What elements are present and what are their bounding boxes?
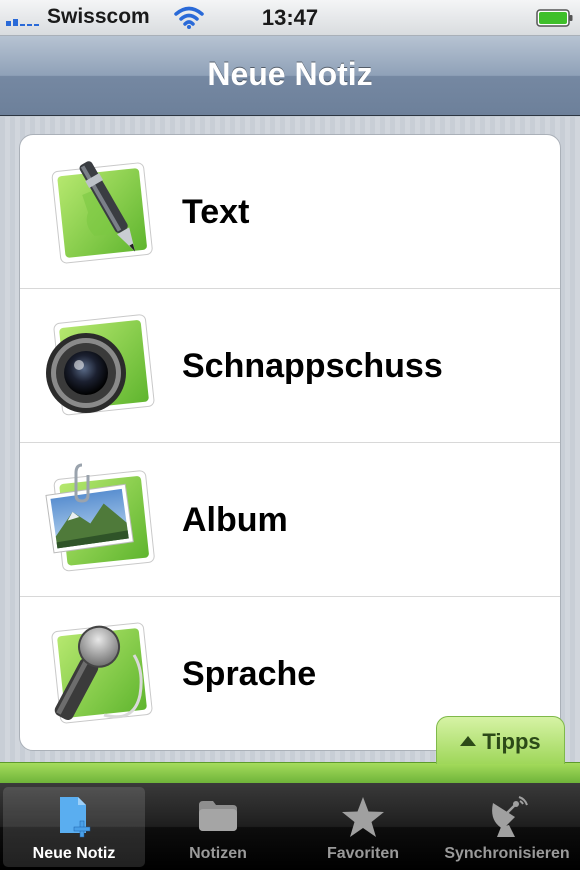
- status-time: 13:47: [261, 5, 319, 30]
- star-icon: [342, 797, 384, 837]
- navigation-bar: Neue Notiz: [0, 36, 580, 116]
- tab-label: Favoriten: [326, 845, 399, 862]
- tab-notes[interactable]: Notizen: [147, 787, 289, 867]
- option-label: Sprache: [182, 655, 317, 693]
- new-note-options-list: Text Schnappschuss Album Sprache: [19, 134, 561, 751]
- tab-label: Synchronisieren: [444, 845, 570, 862]
- battery-icon: [536, 9, 573, 27]
- camera-note-icon: [46, 314, 155, 416]
- tab-label: Notizen: [189, 845, 247, 862]
- tab-sync[interactable]: Synchronisieren: [436, 787, 578, 867]
- tips-button[interactable]: Tipps: [436, 716, 565, 764]
- triangle-up-icon: [460, 736, 477, 746]
- option-label: Text: [182, 193, 250, 231]
- tab-favorites[interactable]: Favoriten: [292, 787, 434, 867]
- tips-drawer-bar: [0, 762, 580, 783]
- tab-bar: Neue Notiz Notizen Favoriten Synchronisi…: [0, 783, 580, 870]
- option-snapshot-row[interactable]: Schnappschuss: [20, 289, 560, 443]
- page-title: Neue Notiz: [207, 56, 373, 92]
- photo-album-note-icon: [45, 463, 155, 572]
- microphone-note-icon: [51, 622, 153, 724]
- satellite-dish-icon: [492, 796, 528, 837]
- option-label: Album: [182, 501, 288, 539]
- status-bar: Swisscom 13:47: [0, 0, 580, 36]
- tips-label: Tipps: [482, 729, 541, 754]
- option-album-row[interactable]: Album: [20, 443, 560, 597]
- tab-label: Neue Notiz: [32, 845, 116, 862]
- pen-note-icon: [51, 161, 153, 264]
- folder-icon: [199, 801, 237, 831]
- new-note-icon: [60, 797, 91, 838]
- option-text-row[interactable]: Text: [20, 135, 560, 289]
- tab-new-note[interactable]: Neue Notiz: [3, 787, 145, 867]
- option-label: Schnappschuss: [182, 347, 443, 385]
